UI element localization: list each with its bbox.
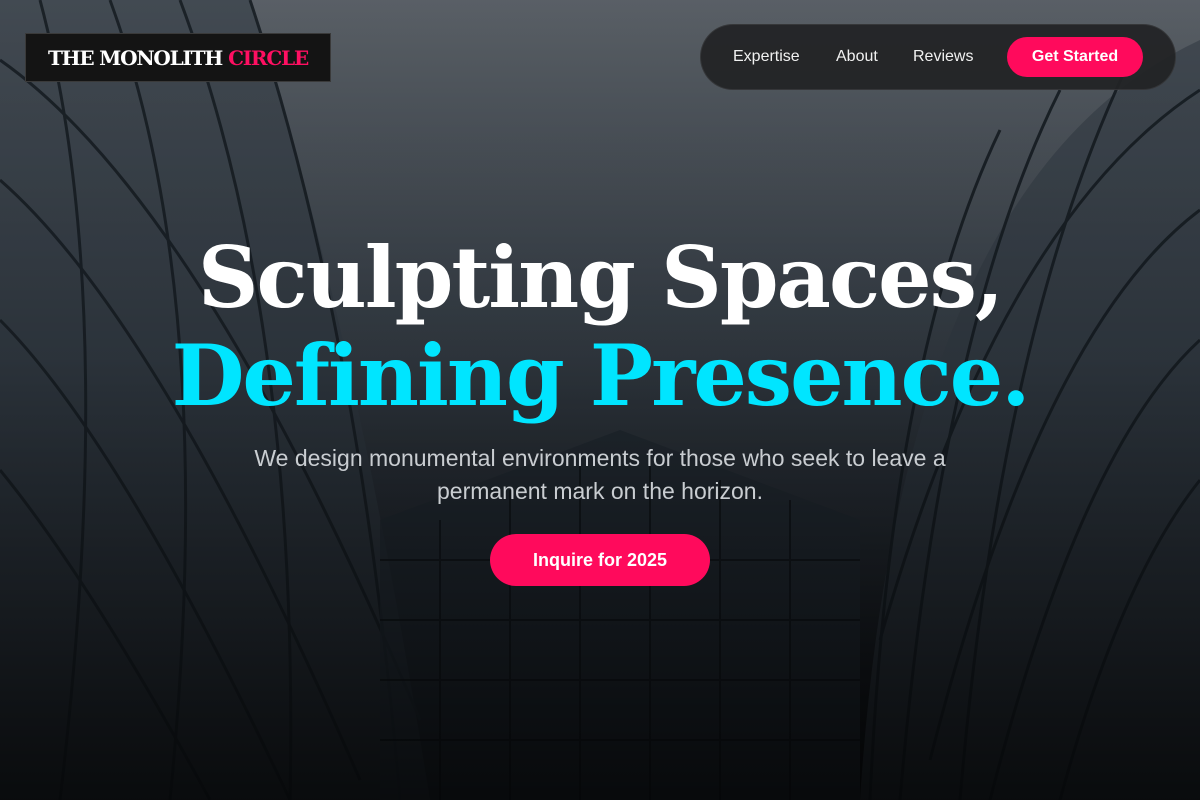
logo-text: THE MONOLITH [48, 45, 223, 70]
logo-accent-text: CIRCLE [228, 45, 309, 70]
nav-link-reviews[interactable]: Reviews [913, 47, 973, 67]
hero-subtitle: We design monumental environments for th… [254, 445, 946, 504]
nav-link-about[interactable]: About [836, 47, 878, 67]
hero-headline-line1: Sculpting Spaces, [197, 228, 1004, 327]
inquire-button[interactable]: Inquire for 2025 [490, 534, 710, 586]
nav-link-expertise[interactable]: Expertise [733, 47, 800, 67]
get-started-button[interactable]: Get Started [1007, 37, 1143, 77]
hero-headline-line2: Defining Presence. [171, 326, 1031, 425]
brand-logo[interactable]: THE MONOLITH CIRCLE [25, 33, 331, 82]
